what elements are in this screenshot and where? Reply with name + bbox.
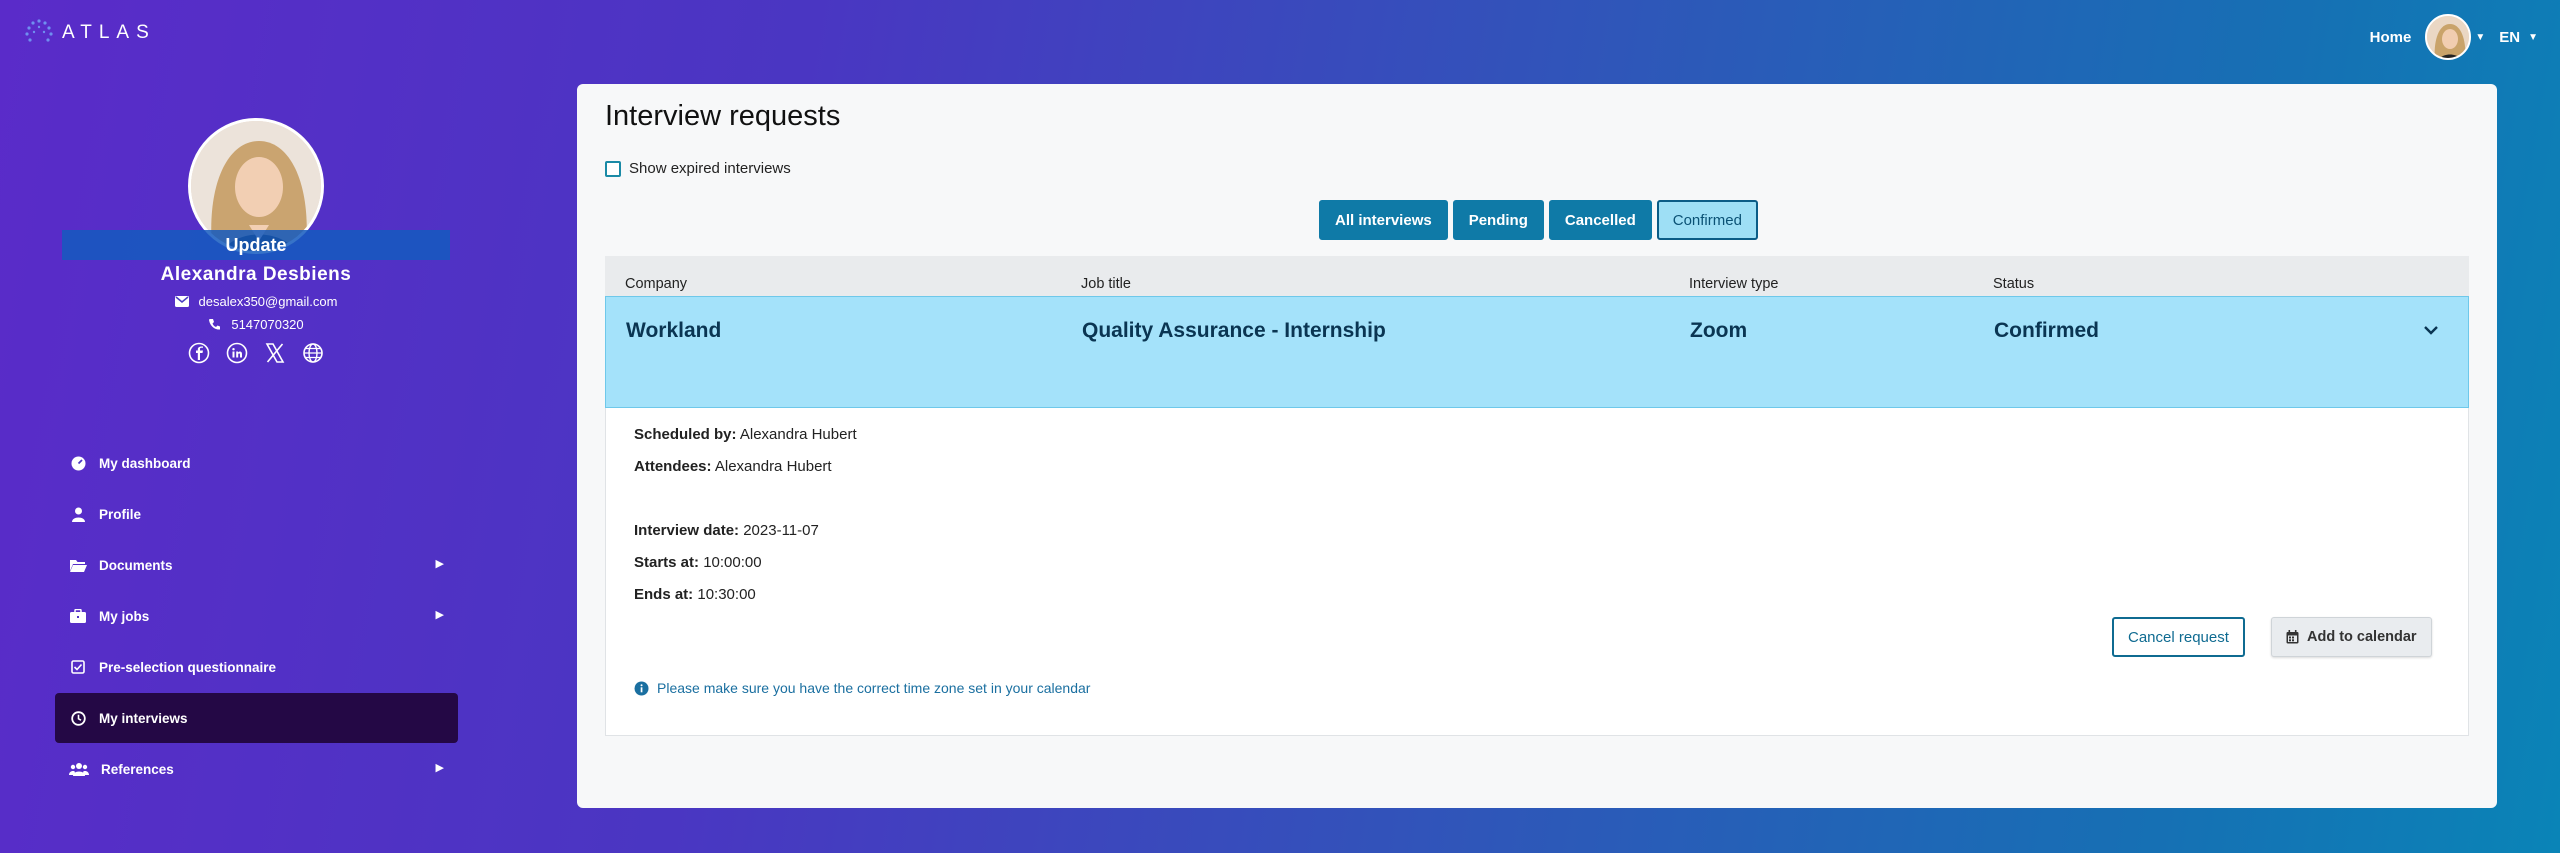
add-to-calendar-label: Add to calendar	[2307, 629, 2417, 645]
caret-right-icon: ▶	[435, 609, 444, 622]
interview-date-label: Interview date:	[634, 522, 740, 539]
filter-pending-button[interactable]: Pending	[1452, 200, 1544, 240]
info-icon	[634, 681, 649, 695]
sidebar-item-my-jobs[interactable]: My jobs ▶	[55, 591, 458, 641]
starts-at-value: 10:00:00	[703, 554, 762, 571]
sidebar-item-my-dashboard[interactable]: My dashboard	[55, 438, 458, 488]
filter-confirmed-button[interactable]: Confirmed	[1656, 200, 1758, 240]
attendees-row: Attendees: Alexandra Hubert	[634, 458, 832, 475]
profile-name: Alexandra Desbiens	[160, 264, 352, 285]
profile-email-row: desalex350@gmail.com	[62, 294, 450, 309]
interview-date-value: 2023-11-07	[743, 522, 819, 539]
logo-text: ATLAS	[62, 22, 156, 43]
logo-mark-icon	[25, 19, 53, 42]
cancel-request-button[interactable]: Cancel request	[2112, 617, 2245, 657]
facebook-icon[interactable]	[188, 342, 210, 364]
chevron-down-icon[interactable]	[2420, 319, 2442, 341]
briefcase-icon	[69, 607, 87, 625]
folder-icon	[69, 556, 87, 574]
cell-company: Workland	[626, 319, 722, 342]
clock-icon	[69, 709, 87, 727]
user-menu[interactable]: ▼	[2425, 14, 2485, 60]
show-expired-toggle[interactable]: Show expired interviews	[605, 160, 791, 177]
ends-at-row: Ends at: 10:30:00	[634, 586, 756, 603]
column-header-job-title: Job title	[1081, 276, 1131, 292]
column-header-interview-type: Interview type	[1689, 276, 1779, 292]
calendar-icon	[2286, 630, 2299, 644]
language-label: EN	[2499, 28, 2521, 46]
add-to-calendar-button[interactable]: Add to calendar	[2271, 617, 2432, 657]
sidebar-item-label: My jobs	[99, 608, 150, 624]
interview-date-row: Interview date: 2023-11-07	[634, 522, 819, 539]
linkedin-icon[interactable]	[226, 342, 248, 364]
starts-at-label: Starts at:	[634, 554, 700, 571]
phone-icon	[209, 319, 221, 330]
sidebar-item-documents[interactable]: Documents ▶	[55, 540, 458, 590]
cell-interview-type: Zoom	[1690, 319, 1748, 342]
ends-at-value: 10:30:00	[697, 586, 756, 603]
profile-panel: Update Alexandra Desbiens desalex350@gma…	[62, 118, 450, 364]
update-photo-button[interactable]: Update	[62, 230, 450, 260]
timezone-note-text: Please make sure you have the correct ti…	[657, 680, 1091, 696]
sidebar-item-label: Profile	[99, 506, 142, 522]
cell-job-title: Quality Assurance - Internship	[1082, 319, 1386, 342]
x-icon[interactable]	[264, 342, 286, 364]
profile-phone-row: 5147070320	[62, 317, 450, 332]
users-icon	[69, 760, 89, 778]
scheduled-by-row: Scheduled by: Alexandra Hubert	[634, 426, 857, 443]
globe-icon[interactable]	[302, 342, 324, 364]
sidebar-item-profile[interactable]: Profile	[55, 489, 458, 539]
chevron-down-icon[interactable]: ▼	[2475, 32, 2485, 43]
show-expired-checkbox[interactable]	[605, 160, 621, 177]
home-link[interactable]: Home	[2370, 29, 2412, 46]
caret-right-icon: ▶	[435, 762, 444, 775]
column-header-company: Company	[625, 276, 688, 292]
user-icon	[69, 505, 87, 523]
atlas-logo[interactable]: ATLAS	[24, 18, 156, 48]
filter-cancelled-button[interactable]: Cancelled	[1548, 200, 1652, 240]
sidebar-nav: My dashboard Profile Documents ▶ My jobs…	[55, 438, 458, 795]
table-header: Company Job title Interview type Status	[605, 256, 2469, 296]
sidebar-item-label: My interviews	[99, 710, 188, 726]
user-avatar[interactable]	[2425, 14, 2472, 60]
chevron-down-icon: ▼	[2528, 31, 2538, 43]
scheduled-by-value: Alexandra Hubert	[739, 426, 857, 443]
caret-right-icon: ▶	[435, 558, 444, 571]
sidebar-item-pre-selection-questionnaire[interactable]: Pre-selection questionnaire	[55, 642, 458, 692]
interview-filters: All interviews Pending Cancelled Confirm…	[1319, 200, 1758, 240]
scheduled-by-label: Scheduled by:	[634, 426, 737, 443]
filter-all-interviews-button[interactable]: All interviews	[1319, 200, 1448, 240]
sidebar-item-label: My dashboard	[99, 455, 191, 471]
language-selector[interactable]: EN ▼	[2499, 29, 2538, 46]
top-nav: Home ▼ EN ▼	[2370, 14, 2538, 60]
cell-status: Confirmed	[1994, 319, 2099, 342]
starts-at-row: Starts at: 10:00:00	[634, 554, 762, 571]
envelope-icon	[174, 296, 189, 307]
interview-requests-card: Interview requests Show expired intervie…	[577, 84, 2497, 808]
sidebar-item-my-interviews[interactable]: My interviews	[55, 693, 458, 743]
interview-details: Scheduled by: Alexandra Hubert Attendees…	[605, 408, 2469, 736]
sidebar-item-label: References	[101, 761, 174, 777]
profile-phone: 5147070320	[231, 317, 304, 332]
show-expired-label: Show expired interviews	[629, 160, 791, 177]
social-links	[62, 342, 450, 364]
ends-at-label: Ends at:	[634, 586, 694, 603]
interviews-table: Company Job title Interview type Status …	[605, 256, 2469, 736]
sidebar-item-label: Documents	[99, 557, 173, 573]
profile-email: desalex350@gmail.com	[198, 294, 338, 309]
table-row[interactable]: Workland Quality Assurance - Internship …	[605, 296, 2469, 408]
column-header-status: Status	[1993, 276, 2035, 292]
page-title: Interview requests	[605, 100, 841, 132]
sidebar-item-references[interactable]: References ▶	[55, 744, 458, 794]
attendees-value: Alexandra Hubert	[714, 458, 832, 475]
dashboard-icon	[69, 454, 87, 472]
attendees-label: Attendees:	[634, 458, 712, 475]
timezone-note: Please make sure you have the correct ti…	[634, 680, 1090, 696]
checkbox-icon	[69, 658, 87, 676]
sidebar-item-label: Pre-selection questionnaire	[99, 659, 277, 675]
